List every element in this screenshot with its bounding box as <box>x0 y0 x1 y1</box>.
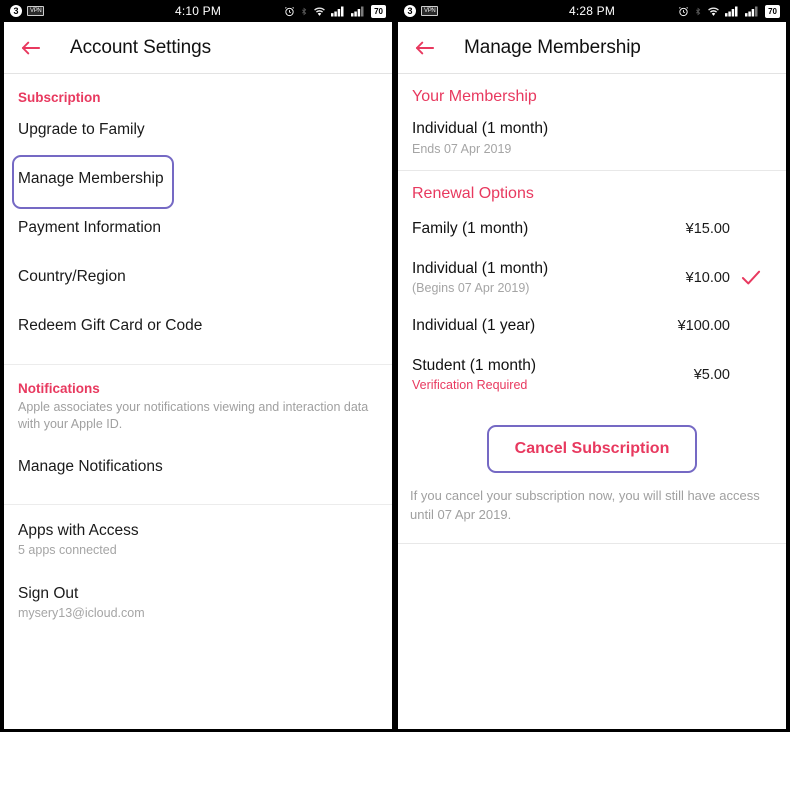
page-title: Account Settings <box>70 36 211 58</box>
option-price: ¥5.00 <box>693 366 730 383</box>
option-labels: Family (1 month) <box>412 220 658 238</box>
menu-item-label: Country/Region <box>18 267 126 285</box>
menu-item-sign-out[interactable]: Sign Out mysery13@icloud.com <box>4 578 392 627</box>
status-bar-left: 3 VPN 4:10 PM 70 <box>4 0 392 22</box>
option-price: ¥10.00 <box>685 269 730 286</box>
menu-item-redeem-gift-card[interactable]: Redeem Gift Card or Code <box>4 301 392 350</box>
menu-item-label: Manage Membership <box>18 169 164 187</box>
current-plan-name: Individual (1 month) <box>412 120 549 137</box>
status-bar-right: 3 VPN 4:28 PM 70 <box>398 0 786 22</box>
option-price: ¥15.00 <box>685 221 730 237</box>
section-divider <box>398 542 786 544</box>
back-arrow-icon[interactable] <box>412 35 438 61</box>
option-labels: Student (1 month) Verification Required <box>412 357 658 392</box>
your-membership-section: Your Membership Individual (1 month) End… <box>398 74 786 170</box>
renewal-option-individual-1-month[interactable]: Individual (1 month) (Begins 07 Apr 2019… <box>398 249 786 306</box>
option-price: ¥100.00 <box>677 318 730 334</box>
option-note: (Begins 07 Apr 2019) <box>412 281 530 295</box>
page-title: Manage Membership <box>464 36 641 58</box>
cancel-subscription-note: If you cancel your subscription now, you… <box>410 488 760 522</box>
option-name: Family (1 month) <box>412 220 529 237</box>
verification-required-note: Verification Required <box>412 378 528 392</box>
notifications-description: Apple associates your notifications view… <box>18 400 369 431</box>
menu-item-label: Payment Information <box>18 218 162 236</box>
menu-item-manage-notifications[interactable]: Manage Notifications <box>4 443 392 492</box>
menu-item-manage-membership[interactable]: Manage Membership <box>4 154 392 203</box>
navbar-account-settings: Account Settings <box>4 22 392 74</box>
option-name: Individual (1 month) <box>412 260 549 277</box>
menu-item-label: Sign Out <box>18 584 79 602</box>
menu-item-payment-information[interactable]: Payment Information <box>4 203 392 252</box>
navbar-manage-membership: Manage Membership <box>398 22 786 74</box>
menu-item-subtext: 5 apps connected <box>18 542 117 557</box>
menu-item-apps-with-access[interactable]: Apps with Access 5 apps connected <box>4 515 392 564</box>
selected-checkmark-icon <box>730 269 772 287</box>
status-bar-clock: 4:28 PM <box>568 4 616 18</box>
option-name: Student (1 month) <box>412 357 537 374</box>
back-arrow-icon[interactable] <box>18 35 44 61</box>
renewal-option-individual-1-year[interactable]: Individual (1 year) ¥100.00 <box>398 306 786 346</box>
section-header-renewal-options: Renewal Options <box>412 185 534 202</box>
menu-item-label: Apps with Access <box>18 521 139 539</box>
option-labels: Individual (1 year) <box>412 317 658 335</box>
menu-item-label: Manage Notifications <box>18 458 163 476</box>
current-plan-end-date: Ends 07 Apr 2019 <box>412 142 512 156</box>
menu-item-upgrade-to-family[interactable]: Upgrade to Family <box>4 105 392 154</box>
section-header-subscription: Subscription <box>18 90 101 105</box>
renewal-option-family-1-month[interactable]: Family (1 month) ¥15.00 <box>398 209 786 249</box>
renewal-option-student-1-month[interactable]: Student (1 month) Verification Required … <box>398 346 786 403</box>
phone-panel-manage-membership: 3 VPN 4:28 PM 70 Manage Membership Your … <box>395 0 790 732</box>
option-name: Individual (1 year) <box>412 317 536 334</box>
phone-panel-account-settings: 3 VPN 4:10 PM 70 Account Settings Subscr… <box>0 0 395 732</box>
section-header-your-membership: Your Membership <box>412 88 537 105</box>
dual-screenshot-container: 3 VPN 4:10 PM 70 Account Settings Subscr… <box>0 0 790 789</box>
menu-item-label: Upgrade to Family <box>18 120 145 138</box>
cancel-subscription-button[interactable]: Cancel Subscription <box>486 425 698 473</box>
status-bar-clock: 4:10 PM <box>174 4 222 18</box>
section-header-notifications: Notifications <box>18 381 100 396</box>
cancel-subscription-area: Cancel Subscription <box>398 403 786 483</box>
menu-item-label: Redeem Gift Card or Code <box>18 316 203 334</box>
renewal-options-section: Renewal Options <box>398 171 786 209</box>
menu-item-country-region[interactable]: Country/Region <box>4 252 392 301</box>
section-divider <box>4 503 392 505</box>
account-email-text: mysery13@icloud.com <box>18 605 145 620</box>
option-labels: Individual (1 month) (Begins 07 Apr 2019… <box>412 260 658 295</box>
